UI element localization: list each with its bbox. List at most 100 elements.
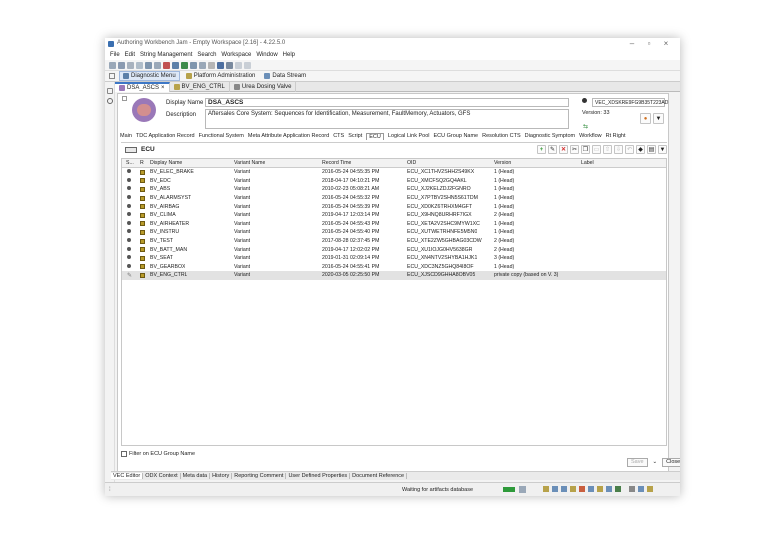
column-header[interactable]: Label [581,160,594,166]
sub-tab-12[interactable]: Rt Right [606,133,626,139]
menu-item[interactable]: File [110,52,120,58]
sub-tab-11[interactable]: Workflow [579,133,602,139]
sub-tab-3[interactable]: Meta Attribute Application Record [248,133,329,139]
filter-icon[interactable]: ▼ [653,113,664,124]
export-table-icon[interactable]: ▤ [647,145,656,154]
export-icon[interactable] [154,61,161,69]
id-field[interactable]: VEC_XDSKRE9FG9B35T223AD [592,98,668,107]
bottom-tab-6[interactable]: Document Reference [350,473,408,479]
cut-icon[interactable]: ✂ [570,145,579,154]
table-row[interactable]: BV_INSTRU Variant 2016-05-24 04:55:40 PM EC… [122,228,666,237]
sub-tab-10[interactable]: Diagnostic Symptom [525,133,575,139]
bottom-tab-3[interactable]: History [210,473,233,479]
table-row[interactable]: BV_ALARMSYST Variant 2016-05-24 04:55:32 P… [122,194,666,203]
tray-icon-9[interactable] [615,486,621,492]
menu-item[interactable]: Edit [125,52,135,58]
editor-tab-0[interactable]: DSA_ASCS × [115,81,170,92]
perspective-1[interactable]: Platform Administration [183,71,259,81]
import-icon[interactable] [145,61,152,69]
column-header[interactable]: R [140,160,144,166]
sub-tab-7[interactable]: Logical Link Pool [388,133,430,139]
tray-icon-4[interactable] [570,486,576,492]
column-header[interactable]: Variant Name [234,160,265,166]
check-icon[interactable] [107,98,113,104]
view-menu-icon[interactable] [109,73,115,79]
info-icon[interactable] [226,61,233,69]
search-icon[interactable] [235,61,242,69]
column-header[interactable]: S... [126,160,134,166]
column-header[interactable]: Version [494,160,511,166]
sub-tab-5[interactable]: Script [348,133,362,139]
table-row[interactable]: BV_TEST Variant 2017-08-28 02:37:45 PM ECU_… [122,237,666,246]
delete-icon[interactable] [163,61,170,69]
sync-icon[interactable] [172,61,179,69]
sub-tab-9[interactable]: Resolution CTS [482,133,521,139]
tray-icon-8[interactable] [606,486,612,492]
save-icon[interactable] [118,61,125,69]
bottom-tab-2[interactable]: Meta data [181,473,211,479]
save-all-icon[interactable] [127,61,134,69]
move-down-icon[interactable]: ⇩ [614,145,623,154]
menu-item[interactable]: Search [197,52,216,58]
column-header[interactable]: OID [407,160,416,166]
table-row[interactable]: BV_ABS Variant 2010-02-23 05:08:21 AM ECU_X… [122,185,666,194]
filter-checkbox[interactable] [121,450,127,457]
tray-icon-3[interactable] [561,486,567,492]
table-filter-icon[interactable]: ▼ [658,145,667,154]
collapse-icon[interactable] [122,96,127,101]
palette-icon[interactable]: ● [640,113,651,124]
print-icon[interactable] [136,61,143,69]
tray-icon-11[interactable] [638,486,644,492]
menu-item[interactable]: Window [256,52,277,58]
tray-icon-5[interactable] [579,486,585,492]
table-row[interactable]: BV_AIRBAG Variant 2016-05-24 04:55:39 PM EC… [122,202,666,211]
table-row[interactable]: BV_ELEC_BRAKE Variant 2016-05-24 04:55:35 … [122,168,666,177]
undo-icon[interactable]: ↶ [625,145,634,154]
maximize-icon[interactable]: ▫ [642,39,656,48]
sub-tab-2[interactable]: Functional System [199,133,244,139]
table-row[interactable]: BV_EDC Variant 2018-04-17 04:10:21 PM ECU_X… [122,177,666,186]
sub-tab-4[interactable]: CTS [333,133,344,139]
sub-tab-0[interactable]: Main [120,133,132,139]
bottom-tab-1[interactable]: ODX Context [143,473,181,479]
paste-icon[interactable]: ▭ [592,145,601,154]
display-name-field[interactable]: DSA_ASCS [205,98,569,107]
new-icon[interactable] [109,61,116,69]
tab-close-icon[interactable]: × [161,85,165,91]
bottom-tab-4[interactable]: Reporting Comment [232,473,287,479]
move-up-icon[interactable]: ⇧ [603,145,612,154]
bottom-tab-5[interactable]: User Defined Properties [286,473,351,479]
minimize-icon[interactable]: – [625,39,639,48]
description-field[interactable]: Aftersales Core System: Sequences for Id… [205,109,569,129]
link-icon[interactable] [244,61,251,69]
column-header[interactable]: Display Name [150,160,182,166]
tag-icon[interactable]: ◆ [636,145,645,154]
table-row[interactable]: BV_AIRHEATER Variant 2016-05-24 04:55:43 P… [122,220,666,229]
menu-item[interactable]: Help [283,52,295,58]
editor-tab-1[interactable]: BV_ENG_CTRL [170,81,230,92]
save-dropdown-icon[interactable]: ⌄ [650,458,661,467]
menu-item[interactable]: String Management [140,52,192,58]
refresh-icon[interactable] [190,61,197,69]
menu-item[interactable]: Workspace [221,52,251,58]
tray-icon-1[interactable] [543,486,549,492]
copy-icon[interactable]: ❐ [581,145,590,154]
table-row[interactable]: BV_GEARBOX Variant 2016-05-24 04:55:41 PM E… [122,263,666,272]
sub-tab-6[interactable]: ECU [366,132,384,140]
save-button[interactable]: Save [627,457,648,467]
tray-icon-6[interactable] [588,486,594,492]
editor-tab-2[interactable]: Urea Dosing Valve [230,81,297,92]
sub-tab-8[interactable]: ECU Group Name [433,133,478,139]
close-button[interactable]: Close [662,457,680,467]
table-row[interactable]: BV_BATT_MAN Variant 2019-04-17 12:02:02 PM… [122,245,666,254]
edit-icon[interactable]: ✎ [548,145,557,154]
close-icon[interactable]: × [659,39,673,48]
delete-row-icon[interactable]: ✕ [559,145,568,154]
bottom-tab-0[interactable]: VEC Editor [111,473,144,479]
tray-icon-7[interactable] [597,486,603,492]
sub-tab-1[interactable]: TDC Application Record [136,133,195,139]
perspective-0[interactable]: Diagnostic Menu [119,71,180,81]
table-row[interactable]: ✎ BV_ENG_CTRL Variant 2020-03-05 02:25:50 P… [122,271,666,280]
tray-icon-2[interactable] [552,486,558,492]
tray-icon-10[interactable] [629,486,635,492]
